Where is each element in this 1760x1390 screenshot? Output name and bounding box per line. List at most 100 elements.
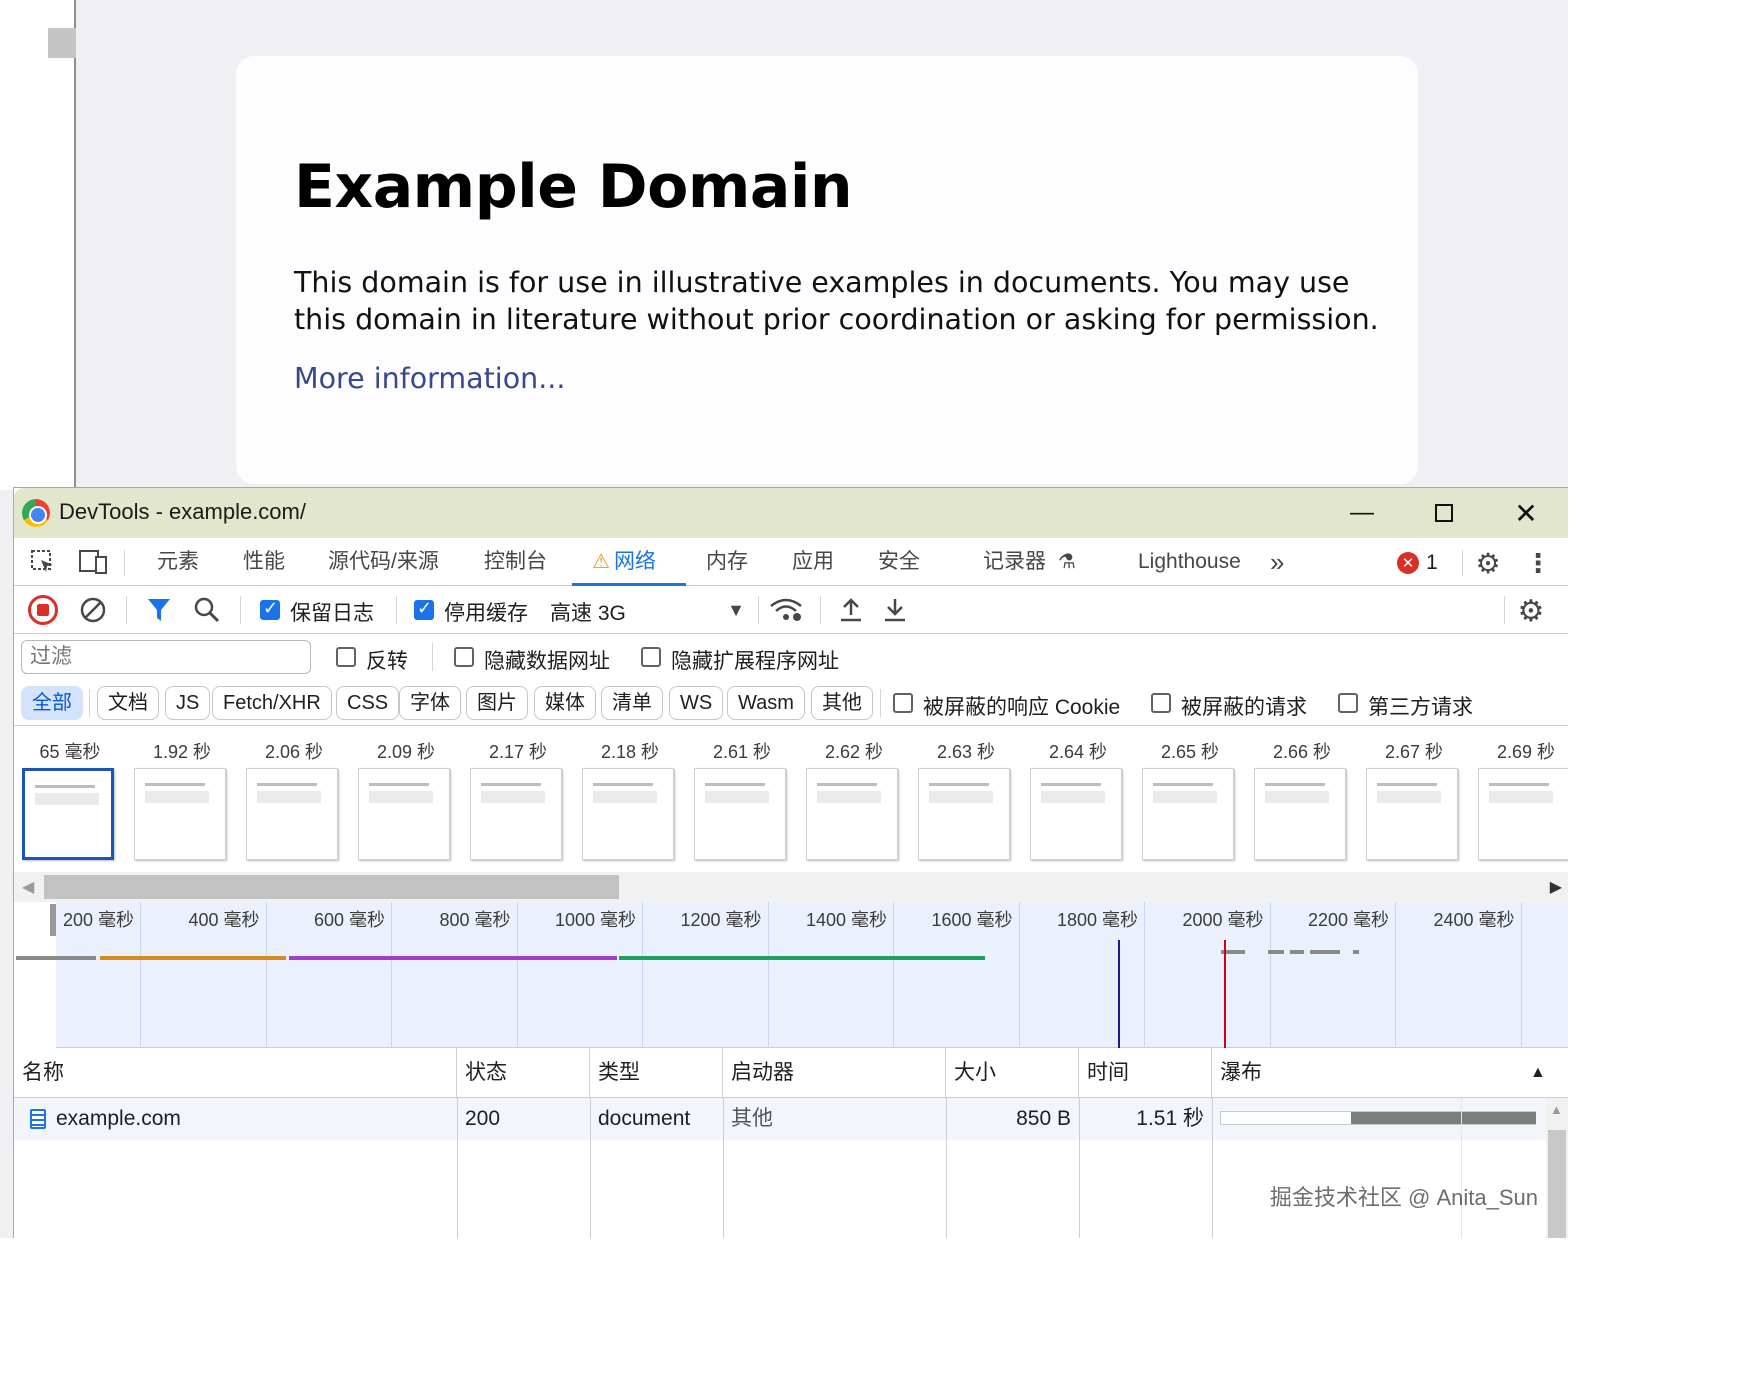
tab-application[interactable]: 应用 xyxy=(792,538,834,586)
blocked-requests-checkbox[interactable] xyxy=(1151,693,1171,713)
export-har-icon[interactable] xyxy=(880,595,910,625)
type-filter-other[interactable]: 其他 xyxy=(811,686,873,720)
filter-input[interactable] xyxy=(21,640,311,674)
hide-data-urls-checkbox[interactable] xyxy=(454,647,474,667)
waterfall-bar[interactable] xyxy=(1220,1111,1536,1125)
divider xyxy=(1461,1098,1462,1238)
scrollbar-thumb[interactable] xyxy=(48,28,76,58)
table-row[interactable]: example.com 200 document 其他 850 B 1.51 秒 xyxy=(14,1098,1550,1140)
type-filter-manifest[interactable]: 清单 xyxy=(601,686,663,720)
inspect-element-icon[interactable] xyxy=(28,548,58,576)
type-filter-media[interactable]: 媒体 xyxy=(534,686,596,720)
type-filter-img[interactable]: 图片 xyxy=(466,686,528,720)
filmstrip-screenshot[interactable] xyxy=(1254,768,1346,860)
filmstrip-screenshot[interactable] xyxy=(1478,768,1568,860)
filmstrip-screenshot[interactable] xyxy=(358,768,450,860)
tab-console[interactable]: 控制台 xyxy=(484,538,547,586)
type-filter-js[interactable]: JS xyxy=(165,686,211,720)
filmstrip-screenshot[interactable] xyxy=(134,768,226,860)
type-filter-css[interactable]: CSS xyxy=(336,686,400,720)
scroll-right-icon[interactable]: ▶ xyxy=(1550,877,1562,897)
request-name: example.com xyxy=(56,1107,181,1130)
filter-icon[interactable] xyxy=(144,595,174,625)
import-har-icon[interactable] xyxy=(836,595,866,625)
filmstrip-screenshot[interactable] xyxy=(918,768,1010,860)
invert-checkbox[interactable] xyxy=(336,647,356,667)
column-waterfall[interactable]: 瀑布 xyxy=(1212,1048,1568,1098)
column-status[interactable]: 状态 xyxy=(457,1048,590,1098)
blocked-cookies-checkbox[interactable] xyxy=(893,693,913,713)
device-toolbar-icon[interactable] xyxy=(78,548,110,576)
scroll-up-icon[interactable]: ▲ xyxy=(1550,1102,1563,1117)
more-info-link[interactable]: More information... xyxy=(294,362,565,395)
settings-gear-icon[interactable]: ⚙ xyxy=(1472,547,1504,579)
type-filter-fetch-xhr[interactable]: Fetch/XHR xyxy=(212,686,332,720)
network-conditions-icon[interactable] xyxy=(768,594,804,626)
column-initiator[interactable]: 启动器 xyxy=(723,1048,946,1098)
maximize-button[interactable] xyxy=(1404,488,1484,538)
network-settings-gear-icon[interactable]: ⚙ xyxy=(1514,594,1548,628)
error-count[interactable]: 1 xyxy=(1426,551,1438,575)
column-size[interactable]: 大小 xyxy=(946,1048,1079,1098)
divider xyxy=(457,1098,458,1238)
tab-network[interactable]: ⚠ 网络 xyxy=(572,538,686,586)
minimize-button[interactable]: — xyxy=(1322,488,1402,538)
stop-record-icon xyxy=(37,604,49,616)
more-options-icon[interactable]: ⋮ xyxy=(1525,547,1551,579)
filmstrip-screenshot[interactable] xyxy=(582,768,674,860)
filmstrip-screenshot[interactable] xyxy=(22,768,114,860)
filmstrip-screenshot[interactable] xyxy=(806,768,898,860)
overview-dash xyxy=(1310,950,1340,954)
chevron-down-icon[interactable]: ▼ xyxy=(726,598,746,622)
tab-memory[interactable]: 内存 xyxy=(706,538,748,586)
type-filter-all[interactable]: 全部 xyxy=(21,686,83,720)
hide-extension-urls-checkbox[interactable] xyxy=(641,647,661,667)
filmstrip-screenshot[interactable] xyxy=(694,768,786,860)
scroll-left-icon[interactable]: ◀ xyxy=(22,877,34,897)
filmstrip-screenshot[interactable] xyxy=(1030,768,1122,860)
page-paragraph: This domain is for use in illustrative e… xyxy=(294,266,1379,336)
tab-security[interactable]: 安全 xyxy=(878,538,920,586)
waterfall-bar-download xyxy=(1351,1112,1536,1124)
request-name-cell[interactable]: example.com xyxy=(22,1098,457,1140)
overview-dash xyxy=(1353,950,1359,954)
preserve-log-checkbox[interactable] xyxy=(260,598,280,620)
filmstrip-screenshot[interactable] xyxy=(1142,768,1234,860)
column-type[interactable]: 类型 xyxy=(590,1048,723,1098)
column-time[interactable]: 时间 xyxy=(1079,1048,1212,1098)
column-name[interactable]: 名称 xyxy=(14,1048,457,1098)
chrome-logo-icon xyxy=(22,499,50,527)
divider xyxy=(946,1098,947,1238)
title-bar[interactable]: DevTools - example.com/ — ✕ xyxy=(14,488,1568,538)
tab-sources[interactable]: 源代码/来源 xyxy=(328,538,439,586)
document-icon xyxy=(30,1109,46,1130)
filmstrip-screenshot[interactable] xyxy=(246,768,338,860)
throttling-select[interactable]: 高速 3G xyxy=(550,597,626,627)
close-button[interactable]: ✕ xyxy=(1486,488,1566,538)
filmstrip-scrollbar[interactable]: ◀ ▶ xyxy=(14,872,1568,902)
disable-cache-checkbox[interactable] xyxy=(414,598,434,620)
more-tabs-icon[interactable]: » xyxy=(1270,538,1284,586)
type-filter-ws[interactable]: WS xyxy=(669,686,724,720)
table-scrollbar[interactable]: ▲ xyxy=(1546,1098,1568,1238)
clear-icon[interactable] xyxy=(78,595,108,625)
stop-recording-button[interactable] xyxy=(28,595,58,625)
search-icon[interactable] xyxy=(192,595,222,625)
filmstrip-screenshot[interactable] xyxy=(1366,768,1458,860)
table-scroll-thumb[interactable] xyxy=(1548,1130,1566,1238)
timeline-overview[interactable]: 200 毫秒 400 毫秒 600 毫秒 800 毫秒 1000 毫秒 1200 毫秒 14… xyxy=(14,902,1568,1048)
filmstrip-screenshot[interactable] xyxy=(470,768,562,860)
tab-performance[interactable]: 性能 xyxy=(243,538,285,586)
third-party-checkbox[interactable] xyxy=(1338,693,1358,713)
sort-ascending-icon[interactable]: ▲ xyxy=(1530,1064,1546,1082)
type-filter-doc[interactable]: 文档 xyxy=(97,686,159,720)
type-filter-font[interactable]: 字体 xyxy=(399,686,461,720)
tab-recorder[interactable]: 记录器 ⚗ xyxy=(983,538,1076,586)
tab-elements[interactable]: 元素 xyxy=(157,538,199,586)
main-tab-bar: 元素 性能 源代码/来源 控制台 ⚠ 网络 内存 应用 安全 记录器 ⚗ Ligh… xyxy=(14,538,1568,586)
error-icon[interactable]: ✕ xyxy=(1397,552,1419,574)
overview-tick-label: 800 毫秒 xyxy=(439,910,511,930)
filmstrip-scroll-thumb[interactable] xyxy=(44,875,619,899)
type-filter-wasm[interactable]: Wasm xyxy=(727,686,805,720)
tab-lighthouse[interactable]: Lighthouse xyxy=(1138,538,1241,586)
